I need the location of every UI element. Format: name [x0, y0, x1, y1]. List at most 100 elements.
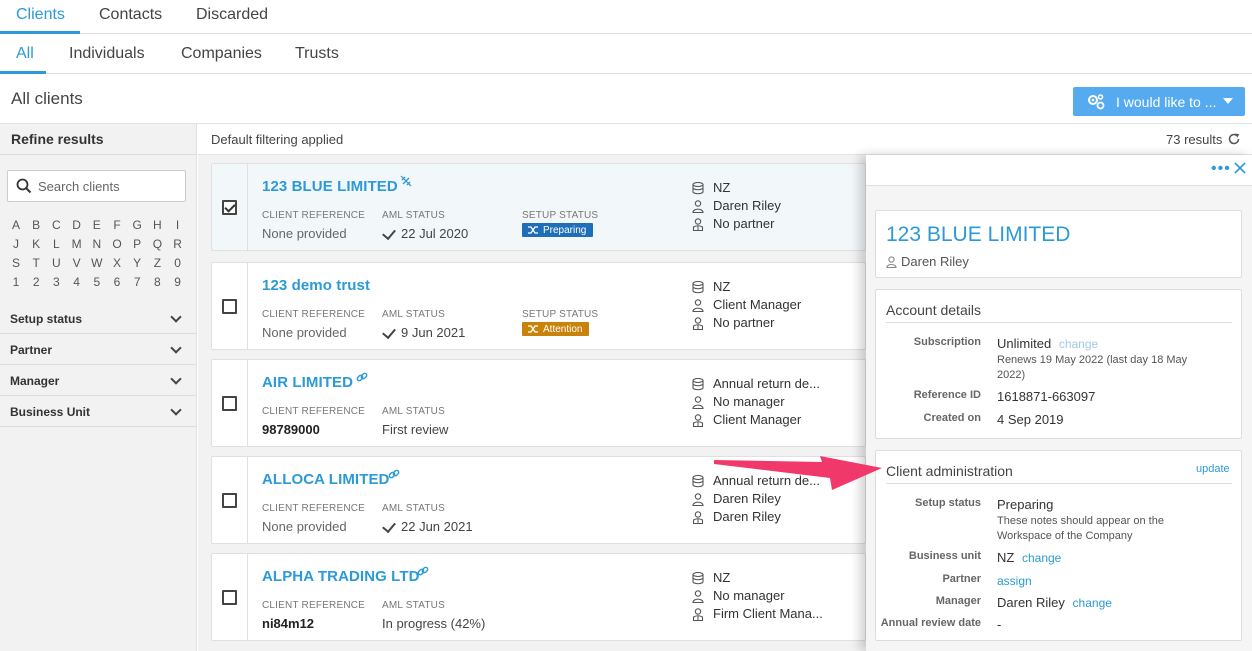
alphabet-letter[interactable]: X	[107, 256, 127, 270]
search-box	[7, 170, 186, 202]
setup-status-text: Attention	[543, 324, 583, 335]
partner-label: Partner	[942, 573, 981, 585]
select-checkbox[interactable]	[222, 299, 237, 314]
alphabet-letter[interactable]: A	[6, 218, 26, 232]
alphabet-letter[interactable]: B	[26, 218, 46, 232]
meta-text: Firm Client Mana...	[713, 606, 823, 621]
aml-status-label: AML STATUS	[382, 309, 445, 320]
filter-business-unit[interactable]: Business Unit	[0, 396, 197, 427]
alphabet-letter[interactable]: 2	[26, 275, 46, 289]
partner-assign-link[interactable]: assign	[997, 574, 1032, 588]
alphabet-letter[interactable]: D	[67, 218, 87, 232]
tab-contacts[interactable]: Contacts	[99, 6, 162, 24]
manager-change-link[interactable]: change	[1073, 596, 1112, 610]
alphabet-letter[interactable]: P	[127, 237, 147, 251]
alphabet-letter[interactable]: W	[87, 256, 107, 270]
alphabet-letter[interactable]: 4	[67, 275, 87, 289]
alphabet-letter[interactable]: Y	[127, 256, 147, 270]
search-input[interactable]	[38, 177, 178, 195]
setup-status-text: Preparing	[543, 225, 587, 236]
alphabet-letter[interactable]: 3	[46, 275, 66, 289]
alphabet-letter[interactable]: 6	[107, 275, 127, 289]
alphabet-letter[interactable]: F	[107, 218, 127, 232]
client-card[interactable]: AIR LIMITED CLIENT REFERENCE 98789000 AML S…	[211, 359, 866, 447]
subscription-change-link[interactable]: change	[1059, 337, 1098, 351]
tab-individuals[interactable]: Individuals	[69, 45, 145, 63]
alphabet-letter[interactable]: K	[26, 237, 46, 251]
business-unit-text: NZ	[997, 550, 1015, 565]
alphabet-letter[interactable]: C	[46, 218, 66, 232]
alphabet-letter[interactable]: S	[6, 256, 26, 270]
panel-toolbar: •••	[866, 155, 1252, 186]
alphabet-letter[interactable]: 7	[127, 275, 147, 289]
tab-clients[interactable]: Clients	[16, 6, 65, 24]
alphabet-letter[interactable]: M	[67, 237, 87, 251]
update-link[interactable]: update	[1196, 463, 1230, 475]
client-name[interactable]: ALLOCA LIMITED	[262, 471, 390, 488]
manager-icon	[692, 396, 704, 409]
meta-text: NZ	[713, 180, 731, 195]
close-icon[interactable]	[1234, 162, 1246, 174]
subscription-value: Unlimited change	[997, 336, 1227, 351]
alphabet-letter[interactable]: T	[26, 256, 46, 270]
filter-partner[interactable]: Partner	[0, 334, 197, 365]
alphabet-letter[interactable]: U	[46, 256, 66, 270]
alphabet-letter[interactable]: V	[67, 256, 87, 270]
alphabet-letter[interactable]: 5	[87, 275, 107, 289]
filter-label: Setup status	[10, 312, 83, 326]
alphabet-letter[interactable]: 9	[168, 275, 188, 289]
meta-text: NZ	[713, 570, 731, 585]
alphabet-letter[interactable]: 8	[147, 275, 167, 289]
i-would-like-to-button[interactable]: I would like to ...	[1073, 87, 1245, 116]
alphabet-letter[interactable]: 1	[6, 275, 26, 289]
setup-status-badge: Attention	[522, 322, 590, 336]
tab-all[interactable]: All	[16, 45, 34, 63]
client-reference-value: 98789000	[262, 422, 320, 437]
refresh-icon[interactable]	[1227, 132, 1241, 146]
alphabet-letter[interactable]: J	[6, 237, 26, 251]
alphabet-letter[interactable]: O	[107, 237, 127, 251]
client-card[interactable]: 123 BLUE LIMITED CLIENT REFERENCE None pro…	[211, 163, 866, 251]
check-icon	[382, 518, 396, 534]
client-name[interactable]: ALPHA TRADING LTD	[262, 568, 420, 585]
alphabet-letter[interactable]: 0	[168, 256, 188, 270]
filter-manager[interactable]: Manager	[0, 365, 197, 396]
alphabet-letter[interactable]: G	[127, 218, 147, 232]
select-checkbox[interactable]	[222, 590, 237, 605]
meta-text: No manager	[713, 588, 785, 603]
client-name[interactable]: 123 BLUE LIMITED	[886, 223, 1070, 247]
setup-status-label: Setup status	[914, 497, 981, 509]
filter-setup-status[interactable]: Setup status	[0, 303, 197, 334]
select-checkbox[interactable]	[222, 396, 237, 411]
alphabet-letter[interactable]: N	[87, 237, 107, 251]
gears-icon	[1088, 94, 1105, 110]
manager-icon	[692, 200, 704, 213]
client-manager-name: Daren Riley	[901, 254, 969, 269]
more-options-icon[interactable]: •••	[1211, 160, 1231, 178]
alphabet-letter[interactable]: E	[87, 218, 107, 232]
setup-status-badge: Preparing	[522, 223, 594, 237]
client-card[interactable]: 123 demo trust CLIENT REFERENCE None provi…	[211, 262, 866, 350]
business-unit-change-link[interactable]: change	[1022, 551, 1061, 565]
alphabet-letter[interactable]: L	[46, 237, 66, 251]
primary-tabs: Clients Contacts Discarded	[0, 0, 1252, 34]
chevron-down-icon	[170, 373, 182, 385]
alphabet-letter[interactable]: Q	[147, 237, 167, 251]
alphabet-letter[interactable]: H	[147, 218, 167, 232]
alphabet-letter[interactable]: I	[168, 218, 188, 232]
client-name[interactable]: 123 BLUE LIMITED	[262, 178, 398, 195]
select-checkbox[interactable]	[222, 493, 237, 508]
alphabet-letter[interactable]: Z	[147, 256, 167, 270]
client-name[interactable]: 123 demo trust	[262, 277, 370, 294]
client-card[interactable]: ALPHA TRADING LTD CLIENT REFERENCE ni84m12…	[211, 553, 866, 641]
tab-trusts[interactable]: Trusts	[295, 45, 339, 63]
page-title: All clients	[11, 89, 83, 108]
client-name[interactable]: AIR LIMITED	[262, 374, 353, 391]
tab-discarded[interactable]: Discarded	[196, 6, 268, 24]
stack-icon	[692, 182, 704, 195]
select-checkbox[interactable]	[222, 200, 237, 215]
secondary-tabs: All Individuals Companies Trusts	[0, 34, 1252, 74]
alphabet-letter[interactable]: R	[168, 237, 188, 251]
tab-companies[interactable]: Companies	[181, 45, 262, 63]
business-unit-value: NZ change	[997, 550, 1227, 565]
